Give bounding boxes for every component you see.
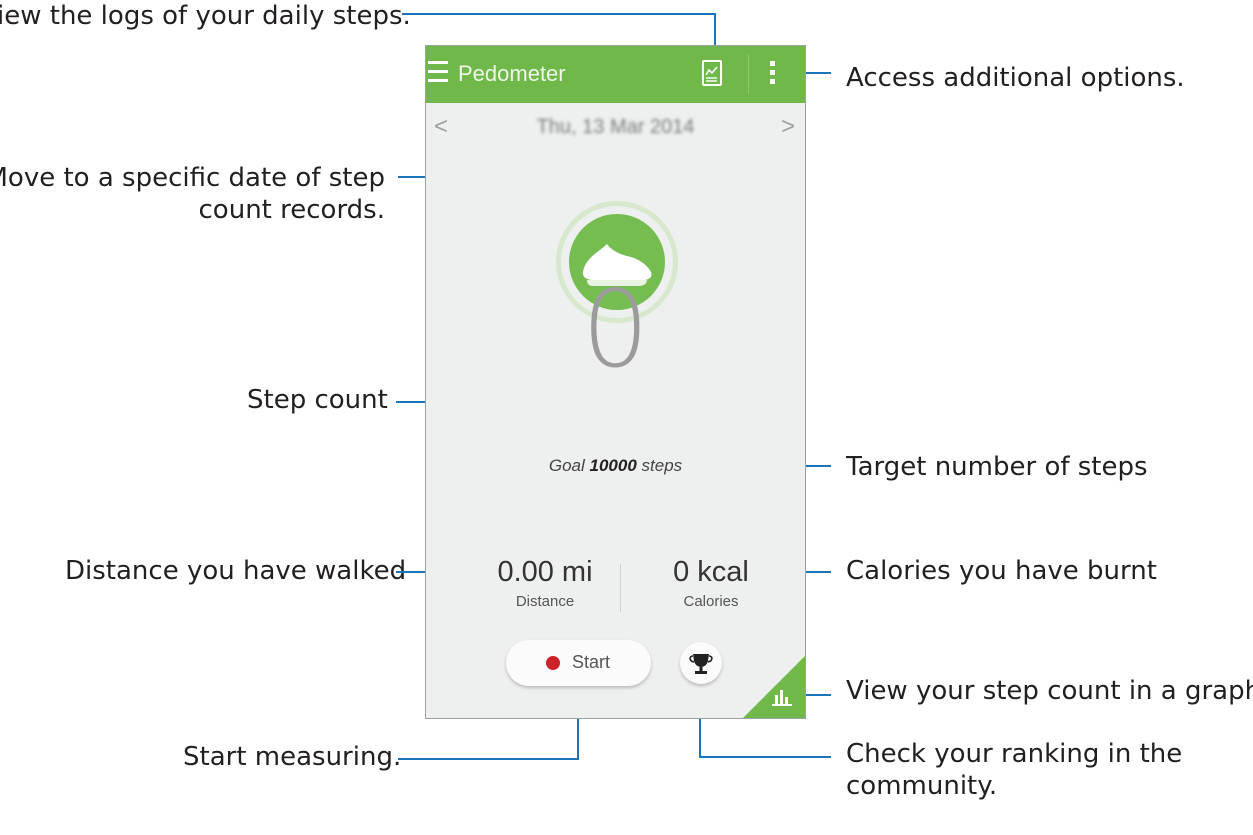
annotation-date: Move to a specific date of step count re… — [0, 162, 385, 226]
menu-icon[interactable] — [428, 61, 448, 83]
log-icon[interactable] — [702, 60, 722, 86]
start-label: Start — [572, 652, 611, 672]
date-navigator: < Thu, 13 Mar 2014 > — [426, 103, 805, 153]
start-button[interactable]: Start — [506, 640, 651, 686]
distance-stat: 0.00 mi Distance — [470, 556, 620, 610]
annotation-date-line1: Move to a specific date of step — [0, 163, 385, 193]
annotation-options: Access additional options. — [846, 63, 1185, 93]
annotation-ranking: Check your ranking in the community. — [846, 738, 1182, 802]
app-bar-divider — [748, 54, 749, 94]
annotation-ranking-line1: Check your ranking in the — [846, 739, 1183, 769]
callout-ranking-h — [699, 756, 831, 758]
callout-logs-h — [402, 13, 716, 15]
stat-divider — [620, 564, 621, 612]
distance-value: 0.00 mi — [497, 556, 593, 588]
ranking-button[interactable] — [680, 642, 722, 684]
annotation-distance: Distance you have walked — [65, 556, 407, 586]
graph-corner[interactable] — [743, 656, 805, 718]
callout-graph — [806, 694, 831, 696]
calories-label: Calories — [683, 593, 739, 610]
more-options-icon[interactable] — [770, 61, 776, 88]
annotation-start: Start measuring. — [183, 742, 402, 772]
goal-text: Goal 10000 steps — [426, 456, 805, 476]
annotation-ranking-line2: community. — [846, 771, 998, 801]
annotation-graph: View your step count in a graph. — [846, 676, 1253, 706]
annotation-logs: iew the logs of your daily steps. — [0, 1, 411, 31]
bar-graph-icon[interactable] — [772, 688, 792, 706]
goal-suffix: steps — [641, 456, 683, 475]
distance-label: Distance — [515, 593, 575, 610]
next-date-button[interactable]: > — [781, 113, 795, 141]
phone-screen: Pedometer < Thu, 13 Mar 2014 > 0 Goal 10… — [425, 45, 806, 719]
goal-value: 10000 — [589, 456, 637, 475]
annotation-step-count: Step count — [247, 385, 388, 415]
step-count-value: 0 — [581, 268, 650, 391]
trophy-icon — [689, 654, 713, 674]
record-icon — [546, 656, 560, 670]
annotation-target: Target number of steps — [846, 452, 1148, 482]
annotation-date-line2: count records. — [198, 195, 385, 225]
calories-stat: 0 kcal Calories — [636, 556, 786, 610]
goal-prefix: Goal — [548, 456, 585, 475]
app-bar: Pedometer — [426, 46, 805, 103]
app-title: Pedometer — [458, 61, 566, 86]
annotation-calories: Calories you have burnt — [846, 556, 1157, 586]
current-date[interactable]: Thu, 13 Mar 2014 — [426, 116, 805, 139]
calories-value: 0 kcal — [673, 556, 749, 588]
callout-start-h — [398, 758, 579, 760]
